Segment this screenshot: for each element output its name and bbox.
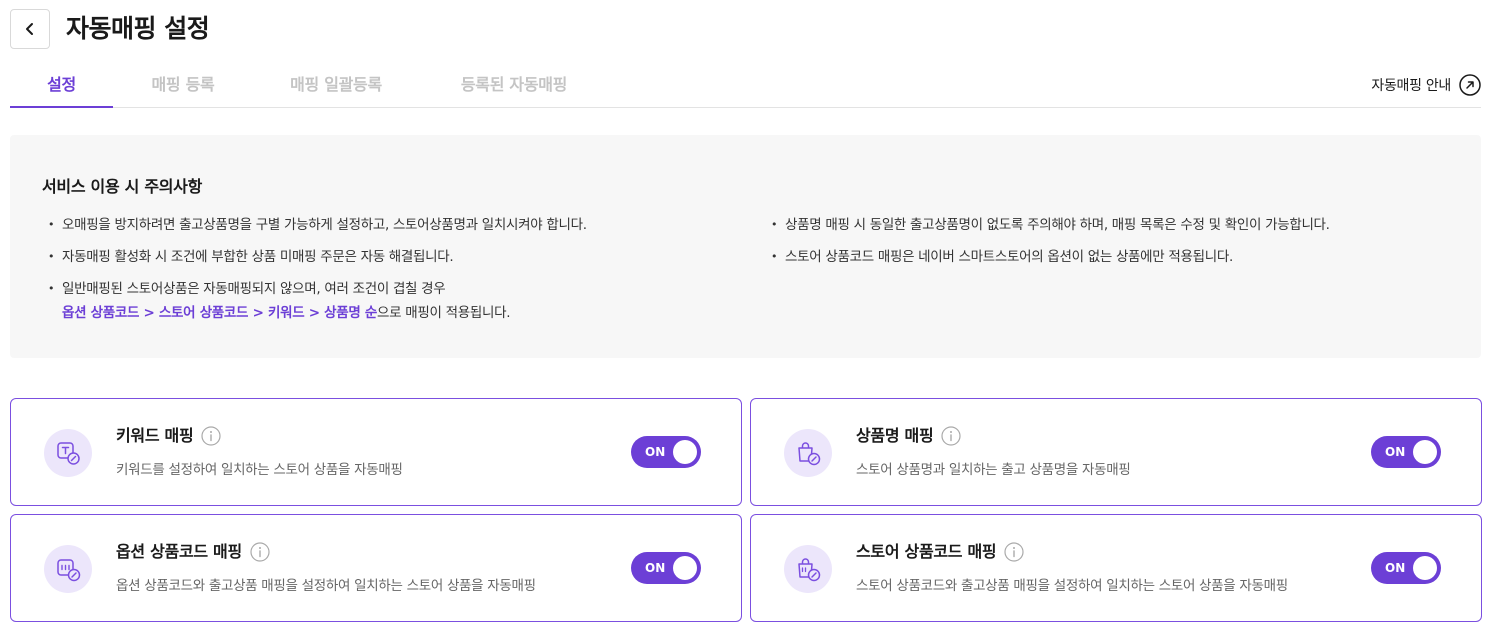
- keyword-mapping-toggle[interactable]: ON: [631, 436, 701, 468]
- product-name-mapping-title: 상품명 매핑: [856, 426, 934, 445]
- back-button[interactable]: [10, 9, 50, 49]
- shopping-bag-link-icon: [784, 429, 832, 477]
- toggle-label: ON: [645, 445, 666, 459]
- page-title: 자동매핑 설정: [66, 14, 210, 43]
- product-name-mapping-toggle[interactable]: ON: [1371, 436, 1441, 468]
- toggle-knob: [673, 440, 697, 464]
- arrow-up-right-circle-icon: [1459, 74, 1481, 96]
- toggle-knob: [673, 556, 697, 580]
- card-title-row: 상품명 매핑: [856, 425, 961, 447]
- notice-item: 일반매핑된 스토어상품은 자동매핑되지 않으며, 여러 조건이 겹칠 경우 옵션…: [48, 277, 587, 325]
- tab-settings[interactable]: 설정: [10, 64, 113, 108]
- keyword-mapping-description: 키워드를 설정하여 일치하는 스토어 상품을 자동매핑: [116, 462, 403, 478]
- auto-mapping-guide-link[interactable]: 자동매핑 안내: [1371, 74, 1481, 96]
- toggle-label: ON: [1385, 561, 1406, 575]
- notice-item: 상품명 매핑 시 동일한 출고상품명이 없도록 주의해야 하며, 매핑 목록은 …: [771, 213, 1330, 237]
- toggle-label: ON: [645, 561, 666, 575]
- info-icon[interactable]: [250, 542, 270, 562]
- mapping-priority-order: 옵션 상품코드 > 스토어 상품코드 > 키워드 > 상품명 순: [62, 305, 378, 321]
- store-code-mapping-card: 스토어 상품코드 매핑 스토어 상품코드와 출고상품 매핑을 설정하여 일치하는…: [750, 514, 1482, 622]
- notice-list-right: 상품명 매핑 시 동일한 출고상품명이 없도록 주의해야 하며, 매핑 목록은 …: [771, 213, 1330, 277]
- notice-box: 서비스 이용 시 주의사항 오매핑을 방지하려면 출고상품명을 구별 가능하게 …: [10, 135, 1481, 358]
- mapping-priority-suffix: 으로 매핑이 적용됩니다.: [377, 305, 511, 321]
- toggle-knob: [1413, 440, 1437, 464]
- text-link-icon: [44, 429, 92, 477]
- auto-mapping-settings-page: 자동매핑 설정 설정 매핑 등록 매핑 일괄등록 등록된 자동매핑 자동매핑 안…: [0, 0, 1492, 634]
- info-icon[interactable]: [201, 426, 221, 446]
- store-code-mapping-title: 스토어 상품코드 매핑: [856, 542, 997, 561]
- card-title-row: 키워드 매핑: [116, 425, 221, 447]
- toggle-label: ON: [1385, 445, 1406, 459]
- keyword-mapping-card: 키워드 매핑 키워드를 설정하여 일치하는 스토어 상품을 자동매핑 ON: [10, 398, 742, 506]
- option-code-mapping-card: 옵션 상품코드 매핑 옵션 상품코드와 출고상품 매핑을 설정하여 일치하는 스…: [10, 514, 742, 622]
- option-code-mapping-title: 옵션 상품코드 매핑: [116, 542, 242, 561]
- option-code-mapping-description: 옵션 상품코드와 출고상품 매핑을 설정하여 일치하는 스토어 상품을 자동매핑: [116, 578, 536, 594]
- notice-item: 오매핑을 방지하려면 출고상품명을 구별 가능하게 설정하고, 스토어상품명과 …: [48, 213, 587, 237]
- tab-bulk-register[interactable]: 매핑 일괄등록: [272, 64, 400, 108]
- code-calendar-link-icon: [44, 545, 92, 593]
- option-code-mapping-toggle[interactable]: ON: [631, 552, 701, 584]
- notice-title: 서비스 이용 시 주의사항: [42, 177, 203, 196]
- card-title-row: 스토어 상품코드 매핑: [856, 541, 1024, 563]
- info-icon[interactable]: [941, 426, 961, 446]
- notice-item-text: 일반매핑된 스토어상품은 자동매핑되지 않으며, 여러 조건이 겹칠 경우: [62, 281, 446, 297]
- tab-mapping-register[interactable]: 매핑 등록: [132, 64, 234, 108]
- product-name-mapping-card: 상품명 매핑 스토어 상품명과 일치하는 출고 상품명을 자동매핑 ON: [750, 398, 1482, 506]
- tab-registered-auto-mapping[interactable]: 등록된 자동매핑: [440, 64, 588, 108]
- store-code-mapping-toggle[interactable]: ON: [1371, 552, 1441, 584]
- card-title-row: 옵션 상품코드 매핑: [116, 541, 270, 563]
- code-bag-link-icon: [784, 545, 832, 593]
- toggle-knob: [1413, 556, 1437, 580]
- guide-link-label: 자동매핑 안내: [1371, 78, 1451, 94]
- notice-list-left: 오매핑을 방지하려면 출고상품명을 구별 가능하게 설정하고, 스토어상품명과 …: [48, 213, 587, 333]
- info-icon[interactable]: [1004, 542, 1024, 562]
- keyword-mapping-title: 키워드 매핑: [116, 426, 194, 445]
- product-name-mapping-description: 스토어 상품명과 일치하는 출고 상품명을 자동매핑: [856, 462, 1131, 478]
- store-code-mapping-description: 스토어 상품코드와 출고상품 매핑을 설정하여 일치하는 스토어 상품을 자동매…: [856, 578, 1288, 594]
- notice-item: 자동매핑 활성화 시 조건에 부합한 상품 미매핑 주문은 자동 해결됩니다.: [48, 245, 587, 269]
- tab-bar: 설정 매핑 등록 매핑 일괄등록 등록된 자동매핑 자동매핑 안내: [10, 64, 1481, 108]
- chevron-left-icon: [23, 22, 37, 36]
- notice-item: 스토어 상품코드 매핑은 네이버 스마트스토어의 옵션이 없는 상품에만 적용됩…: [771, 245, 1330, 269]
